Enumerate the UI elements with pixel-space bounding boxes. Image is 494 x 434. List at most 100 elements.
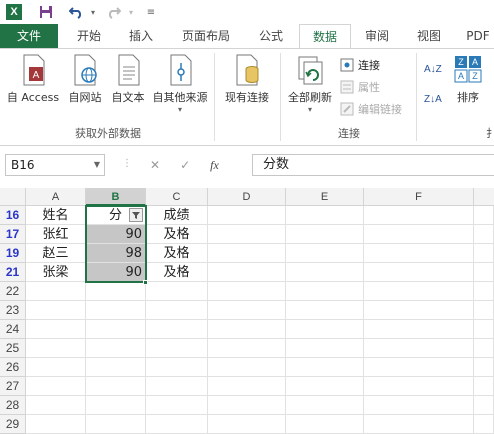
table-cell[interactable]	[364, 358, 474, 377]
chevron-down-icon[interactable]: ▼	[94, 155, 100, 175]
undo-dropdown-icon[interactable]: ▾	[88, 2, 98, 22]
from-web-button[interactable]: 自网站	[64, 53, 106, 105]
table-cell[interactable]	[474, 339, 494, 358]
table-cell[interactable]	[286, 396, 364, 415]
select-all-corner[interactable]	[0, 188, 26, 206]
table-cell[interactable]	[208, 358, 286, 377]
undo-icon[interactable]	[66, 2, 86, 22]
table-cell[interactable]	[208, 320, 286, 339]
table-cell[interactable]	[474, 320, 494, 339]
refresh-all-button[interactable]: 全部刷新 ▾	[284, 53, 336, 114]
table-cell[interactable]	[26, 358, 86, 377]
table-cell[interactable]	[474, 206, 494, 225]
tab-pdf[interactable]: PDF	[458, 24, 494, 48]
from-access-button[interactable]: A 自 Access	[4, 53, 62, 105]
table-cell[interactable]	[364, 301, 474, 320]
table-cell[interactable]	[86, 358, 146, 377]
table-cell[interactable]	[474, 301, 494, 320]
table-cell[interactable]	[364, 206, 474, 225]
sort-descending-button[interactable]: Z↓A	[424, 89, 442, 109]
table-cell[interactable]: 张梁	[26, 263, 86, 282]
table-cell[interactable]	[146, 301, 208, 320]
table-cell[interactable]	[26, 415, 86, 434]
table-cell[interactable]	[474, 244, 494, 263]
row-header[interactable]: 26	[0, 358, 26, 377]
table-cell[interactable]	[364, 263, 474, 282]
from-other-sources-button[interactable]: 自其他来源 ▾	[148, 53, 212, 114]
row-header[interactable]: 17	[0, 225, 26, 244]
table-cell[interactable]	[364, 377, 474, 396]
table-cell[interactable]	[86, 320, 146, 339]
table-cell[interactable]	[26, 339, 86, 358]
table-cell[interactable]	[146, 282, 208, 301]
save-icon[interactable]	[36, 2, 56, 22]
column-header-d[interactable]: D	[208, 188, 286, 206]
tab-data[interactable]: 数据	[299, 24, 351, 49]
formula-input[interactable]: 分数	[252, 154, 494, 176]
table-cell[interactable]	[474, 263, 494, 282]
insert-function-icon[interactable]: fx	[210, 158, 219, 173]
table-cell[interactable]: 90	[86, 225, 146, 244]
table-cell[interactable]: 姓名	[26, 206, 86, 225]
table-cell[interactable]	[364, 415, 474, 434]
row-header[interactable]: 27	[0, 377, 26, 396]
table-cell[interactable]	[208, 339, 286, 358]
tab-file[interactable]: 文件	[0, 24, 58, 48]
table-cell[interactable]	[86, 396, 146, 415]
table-cell[interactable]: 及格	[146, 263, 208, 282]
table-cell[interactable]	[86, 377, 146, 396]
table-cell[interactable]	[86, 339, 146, 358]
tab-review[interactable]: 审阅	[354, 24, 400, 48]
table-cell[interactable]	[208, 206, 286, 225]
table-cell[interactable]	[208, 282, 286, 301]
tab-insert[interactable]: 插入	[118, 24, 164, 48]
table-cell[interactable]	[286, 301, 364, 320]
table-cell[interactable]	[474, 225, 494, 244]
table-cell[interactable]	[208, 377, 286, 396]
table-cell[interactable]	[286, 377, 364, 396]
name-box[interactable]: B16 ▼	[5, 154, 105, 176]
table-cell[interactable]: 98	[86, 244, 146, 263]
row-header[interactable]: 25	[0, 339, 26, 358]
table-cell[interactable]	[208, 396, 286, 415]
table-cell[interactable]	[208, 263, 286, 282]
column-header-b[interactable]: B	[86, 188, 146, 206]
table-cell[interactable]	[286, 282, 364, 301]
table-cell[interactable]	[286, 339, 364, 358]
table-cell[interactable]	[208, 244, 286, 263]
enter-icon[interactable]: ✓	[180, 158, 190, 172]
sort-ascending-button[interactable]: A↓Z	[424, 59, 442, 79]
table-cell[interactable]	[146, 320, 208, 339]
from-text-button[interactable]: 自文本	[107, 53, 149, 105]
table-cell[interactable]	[364, 225, 474, 244]
row-header[interactable]: 24	[0, 320, 26, 339]
table-cell[interactable]	[474, 282, 494, 301]
table-cell[interactable]	[364, 320, 474, 339]
table-cell[interactable]	[26, 282, 86, 301]
table-cell[interactable]	[364, 396, 474, 415]
table-cell[interactable]	[26, 301, 86, 320]
table-cell[interactable]: 张红	[26, 225, 86, 244]
table-cell[interactable]: 及格	[146, 225, 208, 244]
column-header-f[interactable]: F	[364, 188, 474, 206]
table-cell[interactable]	[474, 415, 494, 434]
table-cell[interactable]: 赵三	[26, 244, 86, 263]
cancel-icon[interactable]: ✕	[150, 158, 160, 172]
table-cell[interactable]	[26, 396, 86, 415]
table-cell[interactable]	[286, 244, 364, 263]
column-header-g[interactable]	[474, 188, 494, 206]
table-cell[interactable]	[286, 263, 364, 282]
row-header[interactable]: 21	[0, 263, 26, 282]
table-cell[interactable]: 成绩	[146, 206, 208, 225]
resize-handle-icon[interactable]: ⋮	[122, 158, 132, 169]
row-header[interactable]: 23	[0, 301, 26, 320]
table-cell[interactable]	[146, 339, 208, 358]
column-header-c[interactable]: C	[146, 188, 208, 206]
table-cell[interactable]	[286, 225, 364, 244]
row-header[interactable]: 28	[0, 396, 26, 415]
fill-handle[interactable]	[143, 280, 148, 285]
table-cell[interactable]	[286, 358, 364, 377]
table-cell[interactable]	[208, 301, 286, 320]
customize-icon[interactable]: ≡	[144, 2, 158, 22]
table-cell[interactable]	[286, 320, 364, 339]
